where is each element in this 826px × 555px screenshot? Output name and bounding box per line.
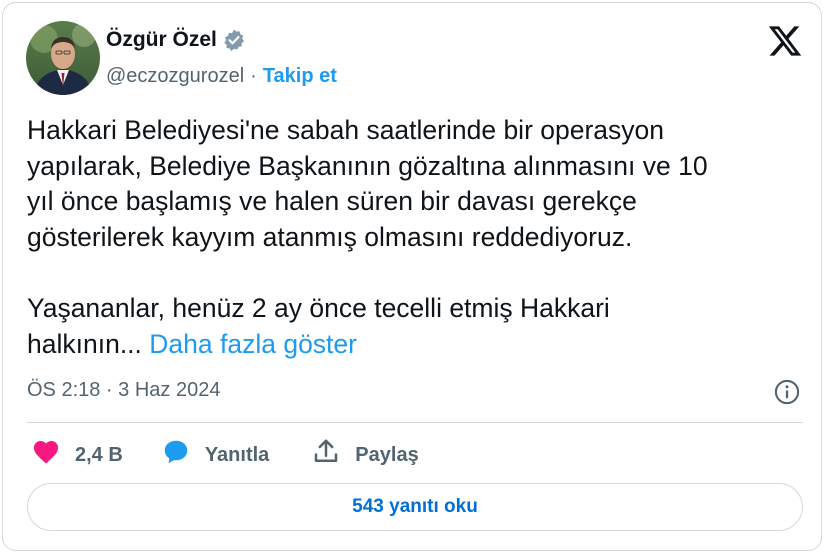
author-handle[interactable]: @eczozgurozel [106, 65, 244, 88]
avatar[interactable] [26, 21, 100, 95]
avatar-photo [26, 21, 100, 95]
likes-count: 2,4 B [75, 443, 123, 466]
share-button[interactable]: Paylaş [311, 437, 419, 473]
reply-button[interactable]: Yanıtla [161, 437, 269, 473]
info-icon[interactable] [773, 378, 801, 406]
author-name[interactable]: Özgür Özel [106, 28, 217, 52]
like-button[interactable]: 2,4 B [31, 437, 123, 473]
divider [27, 422, 803, 423]
separator-dot: · [250, 65, 257, 87]
tweet-timestamp[interactable]: ÖS 2:18 · 3 Haz 2024 [27, 379, 220, 402]
share-label: Paylaş [355, 443, 419, 466]
handle-row: @eczozgurozel · Takip et [106, 65, 337, 88]
share-upload-icon [311, 437, 341, 473]
tweet-text: Hakkari Belediyesi'ne sabah saatlerinde … [27, 113, 797, 362]
read-replies-label: 543 yanıtı oku [352, 496, 478, 517]
verified-badge-icon [222, 28, 246, 52]
heart-icon [31, 437, 61, 473]
follow-button[interactable]: Takip et [263, 65, 337, 88]
tweet-card: Özgür Özel @eczozgurozel · Takip et Hakk… [2, 2, 822, 551]
speech-bubble-icon [161, 437, 191, 473]
x-logo-icon[interactable] [767, 23, 803, 59]
reply-label: Yanıtla [204, 443, 270, 466]
read-replies-button[interactable]: 543 yanıtı oku [27, 483, 803, 531]
action-bar: 2,4 B Yanıtla Paylaş [31, 436, 419, 474]
tweet-body: Hakkari Belediyesi'ne sabah saatlerinde … [27, 115, 708, 359]
show-more-link[interactable]: Daha fazla göster [149, 329, 357, 359]
author-name-row: Özgür Özel [106, 28, 246, 52]
